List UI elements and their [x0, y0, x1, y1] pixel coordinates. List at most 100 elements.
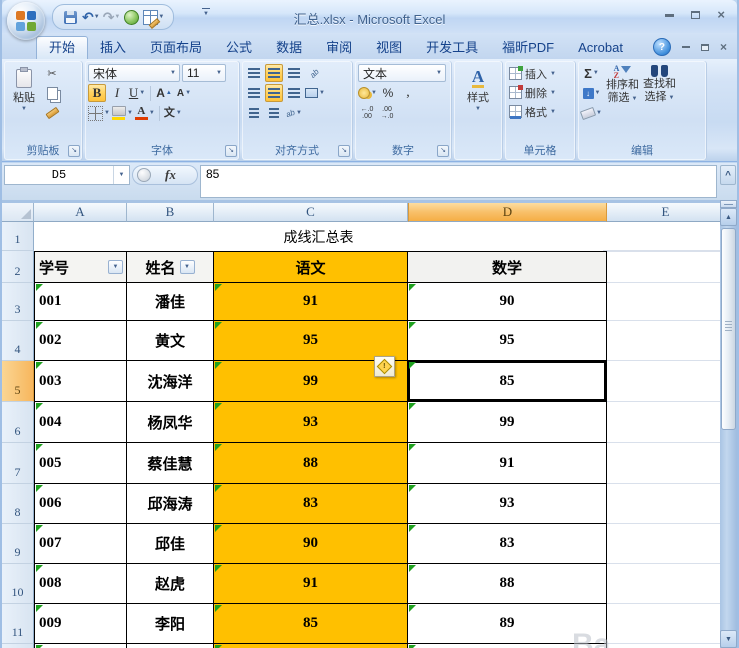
cell-empty[interactable] — [607, 524, 720, 564]
workbook-restore-button[interactable] — [700, 43, 709, 51]
column-header-e[interactable]: E — [607, 203, 720, 222]
comma-style-button[interactable]: , — [399, 84, 417, 102]
dropdown-arrow-icon[interactable]: ▼ — [371, 90, 377, 96]
cell-chinese-score[interactable]: 93 — [214, 402, 408, 443]
header-cell-chinese[interactable]: 语文 — [214, 251, 408, 283]
column-header-c[interactable]: C — [214, 203, 408, 222]
row-header-9[interactable]: 9 — [2, 524, 34, 564]
font-name-select[interactable]: 宋体 ▼ — [88, 64, 180, 82]
format-cells-button[interactable]: 格式 ▼ — [508, 102, 572, 121]
cell-student-id[interactable]: 003 — [34, 361, 127, 402]
formula-input[interactable]: 85 — [200, 165, 717, 198]
scroll-down-button[interactable]: ▼ — [720, 630, 737, 648]
grow-font-button[interactable]: A ▲ — [155, 84, 173, 102]
vertical-scrollbar[interactable]: ▲ ▼ — [720, 200, 737, 648]
dropdown-arrow-icon[interactable]: ▼ — [319, 90, 325, 96]
delete-cells-button[interactable]: 删除 ▼ — [508, 83, 572, 102]
cell-name[interactable]: 邱海涛 — [127, 484, 214, 524]
align-middle-button[interactable] — [265, 64, 283, 82]
cell-math-score[interactable]: 83 — [408, 524, 607, 564]
cell-empty[interactable] — [607, 604, 720, 644]
row-header-10[interactable]: 10 — [2, 564, 34, 604]
align-center-button[interactable] — [265, 84, 283, 102]
dropdown-arrow-icon[interactable]: ▼ — [596, 110, 602, 116]
cell-chinese-score[interactable]: 90 — [214, 524, 408, 564]
accounting-format-button[interactable]: ▼ — [358, 84, 377, 102]
column-header-b[interactable]: B — [127, 203, 214, 222]
cell-chinese-score[interactable]: 91 — [214, 564, 408, 604]
cell-student-id[interactable]: 008 — [34, 564, 127, 604]
paste-button[interactable]: 粘贴 ▼ — [7, 64, 41, 144]
tab-review[interactable]: 审阅 — [314, 37, 364, 59]
fill-button[interactable]: ↓ ▼ — [581, 84, 602, 102]
font-dialog-launcher[interactable]: ↘ — [225, 145, 237, 157]
cell-chinese-score[interactable]: 95 — [214, 321, 408, 361]
copy-button[interactable] — [43, 84, 61, 102]
cell-chinese-score[interactable]: 91 — [214, 283, 408, 321]
cell-student-id[interactable]: 006 — [34, 484, 127, 524]
cell-empty[interactable] — [607, 361, 720, 402]
dropdown-arrow-icon[interactable]: ▼ — [127, 110, 133, 116]
cell-math-score[interactable]: 99 — [408, 402, 607, 443]
row-header-7[interactable]: 7 — [2, 443, 34, 484]
tab-view[interactable]: 视图 — [364, 37, 414, 59]
dropdown-arrow-icon[interactable]: ▼ — [21, 106, 27, 112]
cell-student-id[interactable]: 004 — [34, 402, 127, 443]
cell-empty[interactable] — [607, 321, 720, 361]
cell-chinese-score[interactable]: 88 — [214, 443, 408, 484]
borders-button[interactable]: ▼ — [88, 104, 110, 122]
scroll-up-button[interactable]: ▲ — [720, 208, 737, 226]
decrease-indent-button[interactable] — [245, 104, 263, 122]
cell-empty[interactable] — [607, 402, 720, 443]
cell-empty[interactable] — [607, 251, 720, 283]
orientation-button[interactable]: ab — [305, 64, 323, 82]
cell-name[interactable] — [127, 644, 214, 648]
cell-name[interactable]: 潘佳 — [127, 283, 214, 321]
workbook-close-button[interactable]: × — [720, 41, 727, 53]
row-header-4[interactable]: 4 — [2, 321, 34, 361]
fill-color-button[interactable]: ▼ — [111, 104, 133, 122]
italic-button[interactable]: I — [108, 84, 126, 102]
help-button[interactable]: ? — [652, 38, 671, 56]
error-checking-smart-tag[interactable]: ! — [374, 356, 395, 377]
dropdown-arrow-icon[interactable]: ▼ — [176, 110, 182, 116]
active-cell-d5[interactable]: 85 — [408, 361, 607, 402]
cell-student-id[interactable] — [34, 644, 127, 648]
cell-math-score[interactable]: 88 — [408, 564, 607, 604]
select-all-corner[interactable] — [2, 203, 34, 222]
row-header-12[interactable] — [2, 644, 34, 648]
tab-developer[interactable]: 开发工具 — [414, 37, 490, 59]
close-button[interactable]: × — [717, 8, 725, 21]
insert-function-button[interactable] — [137, 168, 151, 182]
alignment-dialog-launcher[interactable]: ↘ — [338, 145, 350, 157]
cell-name[interactable]: 沈海洋 — [127, 361, 214, 402]
cell-empty[interactable] — [607, 644, 720, 648]
tab-home[interactable]: 开始 — [36, 36, 89, 59]
cut-button[interactable]: ✂ — [43, 64, 61, 82]
sort-filter-button[interactable]: AZ 排序和 筛选 ▼ — [606, 64, 639, 122]
filter-dropdown-button[interactable]: ▼ — [179, 260, 195, 274]
name-box-dropdown[interactable]: ▼ — [113, 166, 129, 184]
restore-button[interactable] — [691, 11, 701, 19]
wrap-text-button[interactable]: ab ▼ — [285, 104, 303, 122]
tab-insert[interactable]: 插入 — [88, 37, 138, 59]
column-header-a[interactable]: A — [34, 203, 127, 222]
align-top-button[interactable] — [245, 64, 263, 82]
align-right-button[interactable] — [285, 84, 303, 102]
tab-page-layout[interactable]: 页面布局 — [138, 37, 214, 59]
font-color-button[interactable]: A ▼ — [134, 104, 155, 122]
cell-name[interactable]: 邱佳 — [127, 524, 214, 564]
row-header-5-selected[interactable]: 5 — [2, 361, 34, 402]
cell-student-id[interactable]: 005 — [34, 443, 127, 484]
row-header-6[interactable]: 6 — [2, 402, 34, 443]
bold-button[interactable]: B — [88, 84, 106, 102]
row-header-3[interactable]: 3 — [2, 283, 34, 321]
find-select-button[interactable]: 查找和 选择 ▼ — [643, 64, 676, 122]
number-format-select[interactable]: 文本 ▼ — [358, 64, 446, 82]
header-cell-student-id[interactable]: 学号 ▼ — [34, 251, 127, 283]
align-left-button[interactable] — [245, 84, 263, 102]
merge-center-button[interactable]: ▼ — [305, 84, 325, 102]
align-bottom-button[interactable] — [285, 64, 303, 82]
dropdown-arrow-icon[interactable]: ▼ — [593, 70, 599, 76]
cell-student-id[interactable]: 002 — [34, 321, 127, 361]
